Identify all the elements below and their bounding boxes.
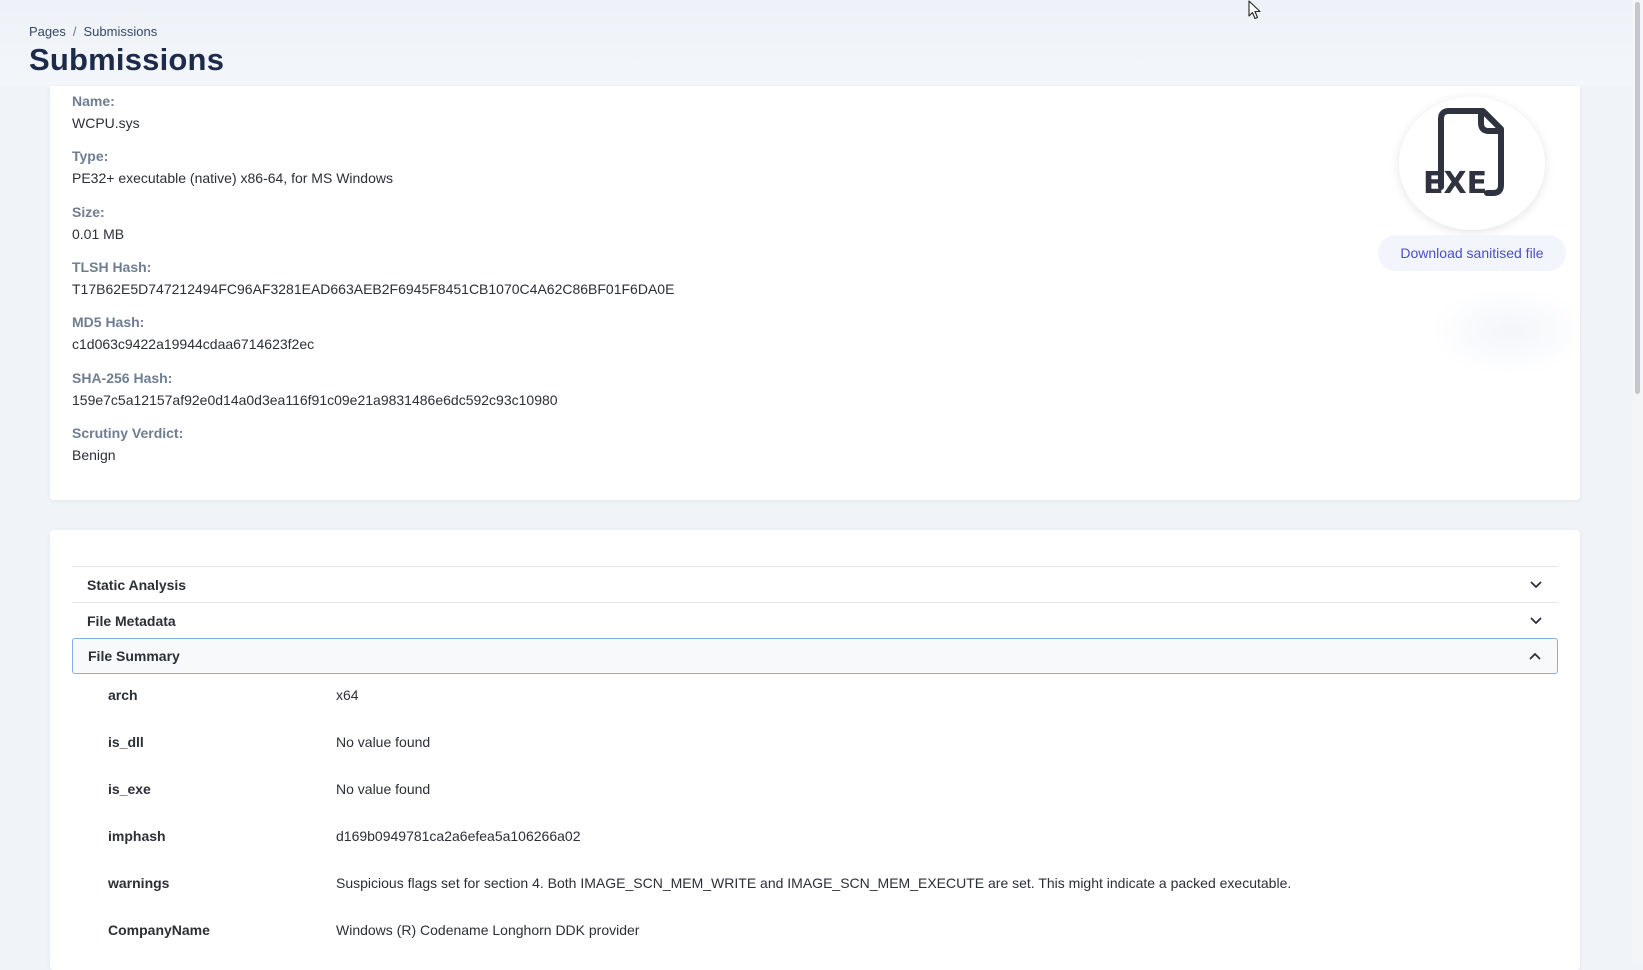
page-header: Pages / Submissions Submissions: [0, 0, 1632, 86]
md5-hash-value: c1d063c9422a19944cdaa6714623f2ec: [72, 336, 315, 352]
sha256-hash-value: 159e7c5a12157af92e0d14a0d3ea116f91c09e21…: [72, 392, 558, 408]
summary-value: Windows (R) Codename Longhorn DDK provid…: [336, 922, 640, 938]
sha256-hash-label: SHA-256 Hash:: [72, 370, 173, 386]
download-sanitised-file-button[interactable]: Download sanitised file: [1378, 235, 1566, 271]
chevron-down-icon: [1529, 578, 1543, 592]
tlsh-hash-value: T17B62E5D747212494FC96AF3281EAD663AEB2F6…: [72, 281, 675, 297]
scrutiny-verdict-field: Scrutiny Verdict: Benign: [72, 424, 183, 464]
chevron-down-icon: [1529, 614, 1543, 628]
page-scrollbar[interactable]: [1632, 0, 1643, 961]
file-name-value: WCPU.sys: [72, 115, 140, 131]
file-name-field: Name: WCPU.sys: [72, 92, 140, 132]
file-name-label: Name:: [72, 93, 115, 109]
summary-key: is_exe: [108, 781, 151, 797]
breadcrumb-root-link[interactable]: Pages: [29, 24, 66, 39]
scrutiny-verdict-value: Benign: [72, 447, 116, 463]
file-type-value: PE32+ executable (native) x86-64, for MS…: [72, 170, 393, 186]
file-info-card: Name: WCPU.sys Type: PE32+ executable (n…: [50, 86, 1590, 500]
breadcrumb: Pages / Submissions: [29, 24, 157, 39]
analysis-accordion: Static Analysis File Metadata File Summa…: [72, 566, 1558, 674]
file-size-value: 0.01 MB: [72, 226, 125, 242]
accordion-file-summary[interactable]: File Summary: [72, 638, 1558, 674]
analysis-card: Static Analysis File Metadata File Summa…: [50, 530, 1580, 970]
breadcrumb-current: Submissions: [83, 24, 158, 39]
sha256-hash-field: SHA-256 Hash: 159e7c5a12157af92e0d14a0d3…: [72, 369, 558, 409]
summary-key: warnings: [108, 875, 170, 891]
summary-value: x64: [336, 687, 359, 703]
summary-key: imphash: [108, 828, 166, 844]
summary-value: Suspicious flags set for section 4. Both…: [336, 875, 1292, 891]
scrollbar-thumb[interactable]: [1635, 2, 1640, 394]
accordion-static-analysis[interactable]: Static Analysis: [72, 566, 1558, 602]
file-size-field: Size: 0.01 MB: [72, 203, 124, 243]
file-type-label: Type:: [72, 148, 109, 164]
exe-file-icon-text: EXE: [1423, 166, 1487, 201]
exe-file-icon: EXE: [1423, 108, 1504, 201]
chevron-up-icon: [1528, 649, 1542, 663]
summary-value: No value found: [336, 734, 431, 750]
accordion-file-summary-title: File Summary: [88, 648, 180, 664]
summary-key: CompanyName: [108, 922, 210, 938]
file-icon-badge: EXE: [1399, 97, 1545, 230]
md5-hash-label: MD5 Hash:: [72, 314, 145, 330]
scrutiny-verdict-label: Scrutiny Verdict:: [72, 425, 184, 441]
summary-value: d169b0949781ca2a6efea5a106266a02: [336, 828, 581, 844]
accordion-file-metadata[interactable]: File Metadata: [72, 602, 1558, 638]
tlsh-hash-field: TLSH Hash: T17B62E5D747212494FC96AF3281E…: [72, 258, 674, 298]
accordion-static-analysis-title: Static Analysis: [87, 576, 187, 593]
tlsh-hash-label: TLSH Hash:: [72, 259, 152, 275]
summary-value: No value found: [336, 781, 431, 797]
decorative-glow: [1430, 286, 1590, 376]
summary-key: arch: [108, 687, 138, 703]
file-size-label: Size:: [72, 204, 105, 220]
mouse-cursor-icon: [1248, 0, 1262, 25]
md5-hash-field: MD5 Hash: c1d063c9422a19944cdaa6714623f2…: [72, 313, 314, 353]
file-type-field: Type: PE32+ executable (native) x86-64, …: [72, 147, 393, 187]
summary-key: is_dll: [108, 734, 144, 750]
accordion-file-metadata-title: File Metadata: [87, 612, 176, 629]
page-title: Submissions: [29, 42, 225, 77]
breadcrumb-separator: /: [72, 24, 77, 39]
